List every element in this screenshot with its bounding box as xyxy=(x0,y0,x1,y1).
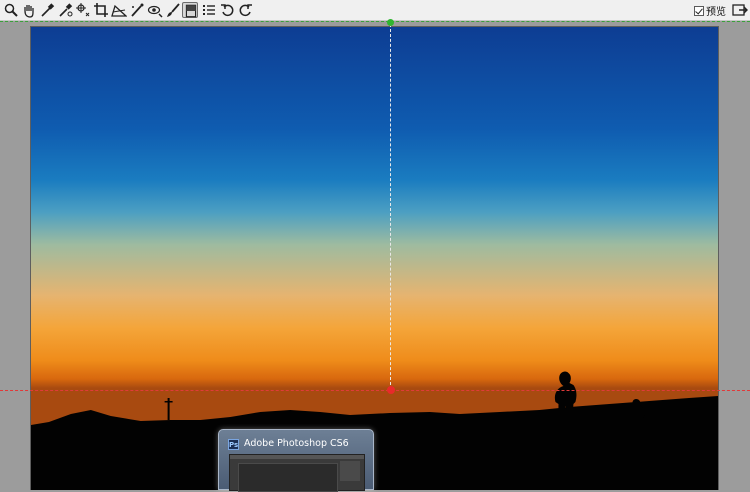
zoom-tool-icon[interactable] xyxy=(3,2,19,18)
white-balance-tool-icon[interactable] xyxy=(39,2,55,18)
filter-start-handle[interactable] xyxy=(387,19,394,26)
preview-toggle[interactable]: 预览 xyxy=(694,3,726,18)
preview-label: 预览 xyxy=(706,7,726,18)
preferences-list-icon[interactable] xyxy=(201,2,217,18)
thumbnail-panel xyxy=(340,461,360,481)
crop-tool-icon[interactable] xyxy=(93,2,109,18)
thumbnail-menubar xyxy=(230,455,364,459)
filter-end-handle[interactable] xyxy=(387,386,395,394)
straighten-tool-icon[interactable] xyxy=(111,2,127,18)
filter-end-guide[interactable] xyxy=(0,390,750,391)
color-sampler-tool-icon[interactable] xyxy=(57,2,73,18)
window-thumbnail[interactable] xyxy=(229,454,365,492)
toolbar: 预览 xyxy=(0,0,750,21)
taskbar-thumbnail-popup[interactable]: Ps Adobe Photoshop CS6 xyxy=(218,429,374,492)
rotate-left-icon[interactable] xyxy=(220,2,236,18)
red-eye-removal-tool-icon[interactable] xyxy=(147,2,163,18)
targeted-adjustment-tool-icon[interactable] xyxy=(75,2,91,18)
top-guide-line xyxy=(0,21,750,22)
adjustment-brush-icon[interactable] xyxy=(165,2,181,18)
silhouette-landscape xyxy=(31,371,718,490)
rotate-right-icon[interactable] xyxy=(237,2,253,18)
filter-center-guide xyxy=(390,24,391,390)
image-canvas[interactable] xyxy=(30,26,719,490)
photoshop-app-icon: Ps xyxy=(228,439,239,450)
toggle-fullscreen-icon[interactable] xyxy=(732,2,748,18)
preview-checkbox[interactable] xyxy=(694,5,704,16)
spot-removal-tool-icon[interactable] xyxy=(129,2,145,18)
hand-tool-icon[interactable] xyxy=(21,2,37,18)
graduated-filter-icon[interactable] xyxy=(182,2,198,18)
thumbnail-document xyxy=(238,463,338,492)
taskbar-popup-title: Adobe Photoshop CS6 xyxy=(244,438,349,449)
